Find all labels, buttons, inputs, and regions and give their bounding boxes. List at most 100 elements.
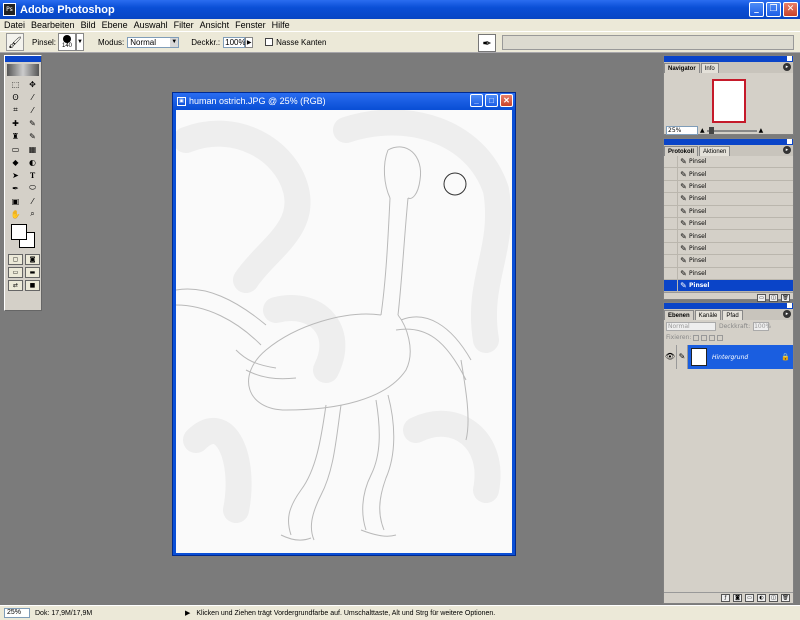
navigator-view-box[interactable] xyxy=(712,79,746,123)
tab-paths[interactable]: Pfad xyxy=(722,310,743,320)
tab-layers[interactable]: Ebenen xyxy=(664,310,694,320)
menu-ansicht[interactable]: Ansicht xyxy=(200,20,230,30)
history-item-active[interactable]: ✎ Pinsel xyxy=(664,279,793,293)
tool-preset-brush-icon[interactable]: 🖌 xyxy=(6,33,24,51)
zoom-icon[interactable]: ⌕ xyxy=(25,208,40,220)
gradient-icon[interactable]: ▦ xyxy=(25,143,40,155)
zoom-slider-knob[interactable] xyxy=(708,126,714,134)
history-item[interactable]: ✎ Pinsel xyxy=(664,205,793,218)
history-brush-icon[interactable]: ✎ xyxy=(25,130,40,142)
brush-preset-picker[interactable]: 140 xyxy=(58,33,77,51)
menu-bild[interactable]: Bild xyxy=(81,20,96,30)
dodge-icon[interactable]: ◐ xyxy=(25,156,40,168)
opacity-slider-arrow-icon[interactable]: ▶ xyxy=(245,36,254,48)
lock-position-checkbox[interactable] xyxy=(709,334,716,341)
lock-transparency-checkbox[interactable] xyxy=(693,334,700,341)
brush-tool-icon[interactable]: ✎ xyxy=(25,117,40,129)
hand-icon[interactable]: ✋ xyxy=(8,208,23,220)
wet-edges-checkbox[interactable] xyxy=(265,38,274,46)
restore-button[interactable]: ❐ xyxy=(766,2,781,17)
brush-dropdown-icon[interactable]: ▼ xyxy=(76,33,85,51)
menu-hilfe[interactable]: Hilfe xyxy=(272,20,290,30)
panel-close-icon[interactable] xyxy=(787,303,792,308)
image-canvas[interactable] xyxy=(176,110,512,553)
zoom-slider[interactable] xyxy=(706,126,757,134)
panel-close-icon[interactable] xyxy=(787,56,792,61)
layer-brush-icon[interactable]: ✎ xyxy=(677,345,688,369)
navigator-zoom-field[interactable]: 25% xyxy=(666,126,698,135)
tab-channels[interactable]: Kanäle xyxy=(694,310,722,320)
navigator-preview[interactable] xyxy=(664,73,793,125)
marquee-icon[interactable]: ⬚ xyxy=(8,78,23,90)
history-item[interactable]: ✎ Pinsel xyxy=(664,242,793,256)
document-size-info[interactable]: Dok: 17,9M/17,9M xyxy=(35,610,165,617)
tab-navigator[interactable]: Navigator xyxy=(664,63,700,73)
blur-icon[interactable]: ◆ xyxy=(8,156,23,168)
adjustment-layer-icon[interactable]: ◐ xyxy=(757,594,766,602)
crop-icon[interactable]: ⌗ xyxy=(8,104,23,116)
doc-maximize-button[interactable]: □ xyxy=(485,94,498,107)
history-item[interactable]: ✎ Pinsel xyxy=(664,192,793,206)
delete-layer-icon[interactable]: 🗑 xyxy=(781,594,790,602)
menu-fenster[interactable]: Fenster xyxy=(235,20,266,30)
status-zoom-field[interactable]: 25% xyxy=(4,608,30,618)
screen-mode-fullscreen-icon[interactable]: ■ xyxy=(25,280,40,291)
blend-mode-select[interactable]: Normal xyxy=(666,321,716,331)
toolbox-header[interactable] xyxy=(5,56,41,62)
tab-history[interactable]: Protokoll xyxy=(664,146,699,156)
standard-mode-icon[interactable]: ▢ xyxy=(8,254,23,265)
eraser-icon[interactable]: ▭ xyxy=(8,143,23,155)
zoom-out-icon[interactable]: ▲ xyxy=(700,127,705,134)
close-button[interactable]: ✕ xyxy=(783,2,798,17)
ellipse-icon[interactable]: ⬭ xyxy=(25,182,40,194)
panel-menu-icon[interactable]: ▸ xyxy=(783,63,791,71)
menu-datei[interactable]: Datei xyxy=(4,20,25,30)
status-menu-arrow-icon[interactable]: ▶ xyxy=(185,609,190,617)
layer-opacity-field[interactable]: 100% xyxy=(753,321,771,331)
screen-mode-standard-icon[interactable]: ▭ xyxy=(8,267,23,278)
layer-mask-icon[interactable]: ◙ xyxy=(733,594,742,602)
text-icon[interactable]: T xyxy=(25,169,40,181)
new-layer-icon[interactable]: ◫ xyxy=(769,594,778,602)
panel-close-icon[interactable] xyxy=(787,139,792,144)
doc-close-button[interactable]: ✕ xyxy=(500,94,513,107)
history-item[interactable]: ✎ Pinsel xyxy=(664,254,793,268)
new-set-icon[interactable]: ▭ xyxy=(745,594,754,602)
photoshop-app-icon[interactable]: Ps xyxy=(3,3,16,16)
lasso-icon[interactable]: ʘ xyxy=(8,91,23,103)
panel-menu-icon[interactable]: ▸ xyxy=(783,310,791,318)
history-item[interactable]: ✎ Pinsel xyxy=(664,267,793,280)
quickmask-mode-icon[interactable]: ◙ xyxy=(25,254,40,265)
airbrush-icon[interactable]: ✒ xyxy=(478,34,496,52)
notes-icon[interactable]: ▣ xyxy=(8,195,23,207)
visibility-eye-icon[interactable]: 👁 xyxy=(664,345,677,369)
history-item[interactable]: ✎ Pinsel xyxy=(664,168,793,181)
eyedropper-icon[interactable]: ⁄ xyxy=(25,195,40,207)
minimize-button[interactable]: _ xyxy=(749,2,764,17)
doc-minimize-button[interactable]: _ xyxy=(470,94,483,107)
history-item[interactable]: ✎ Pinsel xyxy=(664,230,793,243)
history-item[interactable]: ✎ Pinsel xyxy=(664,155,793,169)
tab-actions[interactable]: Aktionen xyxy=(699,146,731,156)
slice-icon[interactable]: ⁄ xyxy=(25,104,40,116)
zoom-in-icon[interactable]: ▲ xyxy=(759,127,764,134)
palette-well[interactable] xyxy=(502,35,794,50)
healing-brush-icon[interactable]: ✚ xyxy=(8,117,23,129)
layer-style-icon[interactable]: ƒ xyxy=(721,594,730,602)
move-icon[interactable]: ✥ xyxy=(25,78,40,90)
magic-wand-icon[interactable]: ⁄ xyxy=(25,91,40,103)
screen-mode-full-icon[interactable]: ▬ xyxy=(25,267,40,278)
menu-ebene[interactable]: Ebene xyxy=(102,20,128,30)
stamp-icon[interactable]: ♜ xyxy=(8,130,23,142)
adobe-online-icon[interactable] xyxy=(7,64,39,76)
menu-bearbeiten[interactable]: Bearbeiten xyxy=(31,20,75,30)
panel-menu-icon[interactable]: ▸ xyxy=(783,146,791,154)
history-item[interactable]: ✎ Pinsel xyxy=(664,217,793,231)
mode-select[interactable]: Normal ▼ xyxy=(127,36,180,48)
pen-icon[interactable]: ✒ xyxy=(8,182,23,194)
layer-row[interactable]: 👁 ✎ Hintergrund 🔒 xyxy=(664,345,793,369)
path-select-icon[interactable]: ➤ xyxy=(8,169,23,181)
tab-info[interactable]: Info xyxy=(700,63,719,73)
lock-all-checkbox[interactable] xyxy=(717,334,724,341)
foreground-color-swatch[interactable] xyxy=(11,224,27,240)
